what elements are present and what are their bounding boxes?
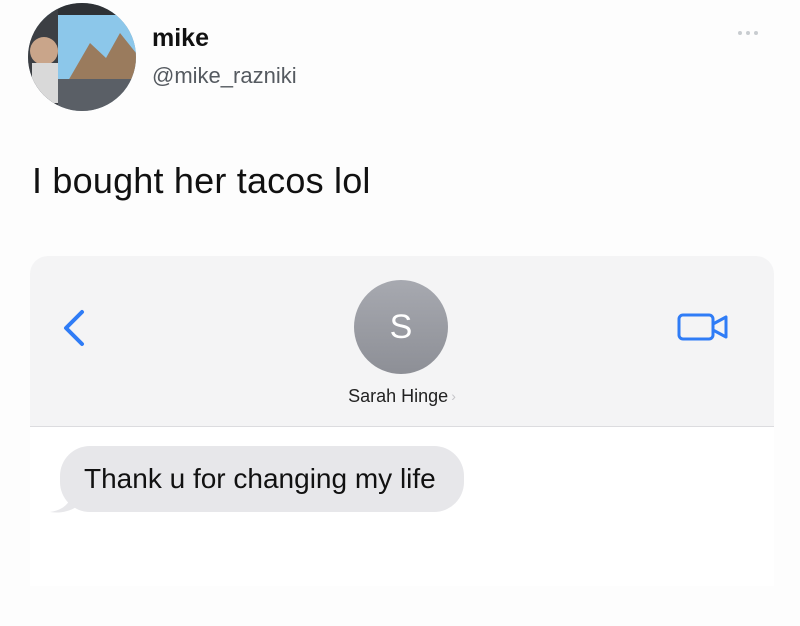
facetime-video-icon[interactable] <box>676 312 730 342</box>
tweet-text: I bought her tacos lol <box>32 160 371 201</box>
chevron-left-icon[interactable] <box>60 308 86 348</box>
contact-avatar[interactable]: S <box>354 280 448 374</box>
incoming-message-bubble[interactable]: Thank u for changing my life <box>60 446 464 512</box>
display-name[interactable]: mike <box>152 24 209 53</box>
chevron-right-icon: › <box>451 388 456 404</box>
tweet-screenshot: mike @mike_razniki I bought her tacos lo… <box>0 0 800 626</box>
message-text: Thank u for changing my life <box>84 463 436 494</box>
profile-avatar[interactable] <box>28 3 136 111</box>
contact-name-row[interactable]: Sarah Hinge › <box>30 386 774 407</box>
contact-initial: S <box>389 307 413 346</box>
user-handle[interactable]: @mike_razniki <box>152 63 297 89</box>
more-options-icon[interactable] <box>738 26 768 40</box>
imessage-screenshot: S Sarah Hinge › Thank u for changing my l… <box>30 256 774 586</box>
contact-name: Sarah Hinge <box>348 386 449 406</box>
conversation-header: S Sarah Hinge › <box>30 256 774 427</box>
